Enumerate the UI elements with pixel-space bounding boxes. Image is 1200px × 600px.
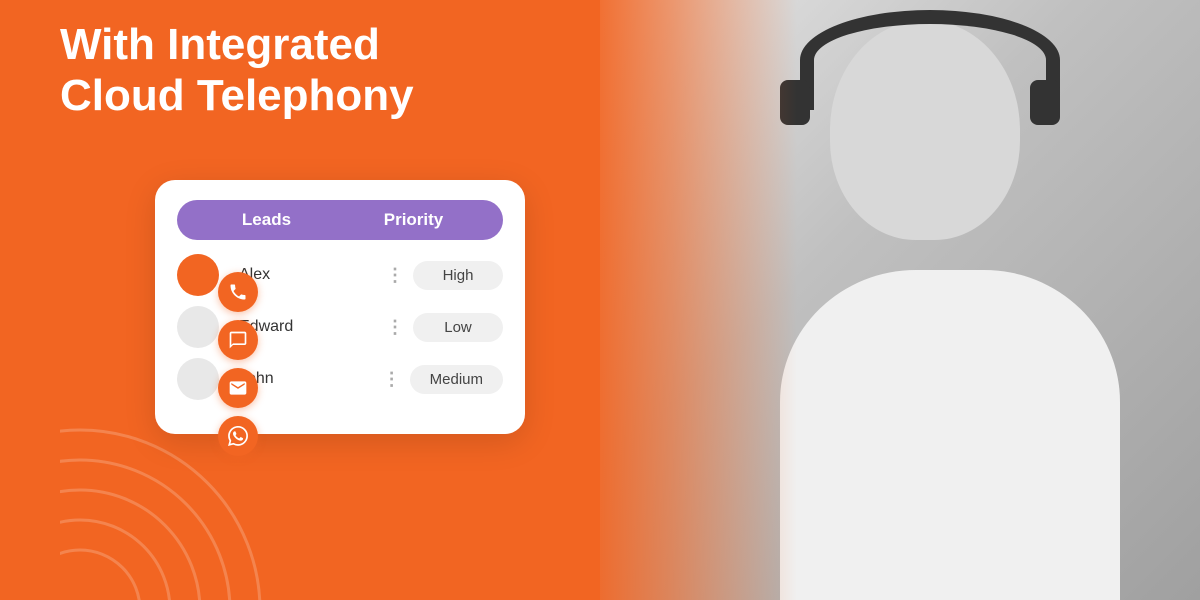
phone-call-button[interactable] <box>218 272 258 312</box>
title-line2: Cloud Telephony <box>60 71 414 122</box>
title-block: With Integrated Cloud Telephony <box>60 20 414 121</box>
person-silhouette <box>600 0 1200 600</box>
leads-table-card: Leads Priority Alex ⋮ High Edward ⋮ Low … <box>155 180 525 434</box>
avatar <box>177 306 219 348</box>
person-area <box>580 0 1200 600</box>
avatar <box>177 358 219 400</box>
dots-icon[interactable]: ⋮ <box>378 265 413 286</box>
table-header: Leads Priority <box>177 200 503 240</box>
header-leads: Leads <box>193 210 340 230</box>
email-button[interactable] <box>218 368 258 408</box>
person-body <box>780 270 1120 600</box>
priority-badge: Medium <box>410 365 503 394</box>
dots-icon[interactable]: ⋮ <box>375 369 410 390</box>
action-icons-panel <box>218 272 258 456</box>
whatsapp-icon <box>228 426 248 446</box>
avatar <box>177 254 219 296</box>
title-line1: With Integrated <box>60 20 414 71</box>
email-icon <box>228 378 248 398</box>
phone-icon <box>228 282 248 302</box>
priority-badge: Low <box>413 313 503 342</box>
background: With Integrated Cloud Telephony Leads Pr… <box>0 0 1200 600</box>
headset-left-ear <box>780 80 810 125</box>
header-priority: Priority <box>340 210 487 230</box>
headset <box>800 10 1060 110</box>
whatsapp-button[interactable] <box>218 416 258 456</box>
message-icon <box>228 330 248 350</box>
headset-right-ear <box>1030 80 1060 125</box>
dots-icon[interactable]: ⋮ <box>378 317 413 338</box>
sms-button[interactable] <box>218 320 258 360</box>
priority-badge: High <box>413 261 503 290</box>
